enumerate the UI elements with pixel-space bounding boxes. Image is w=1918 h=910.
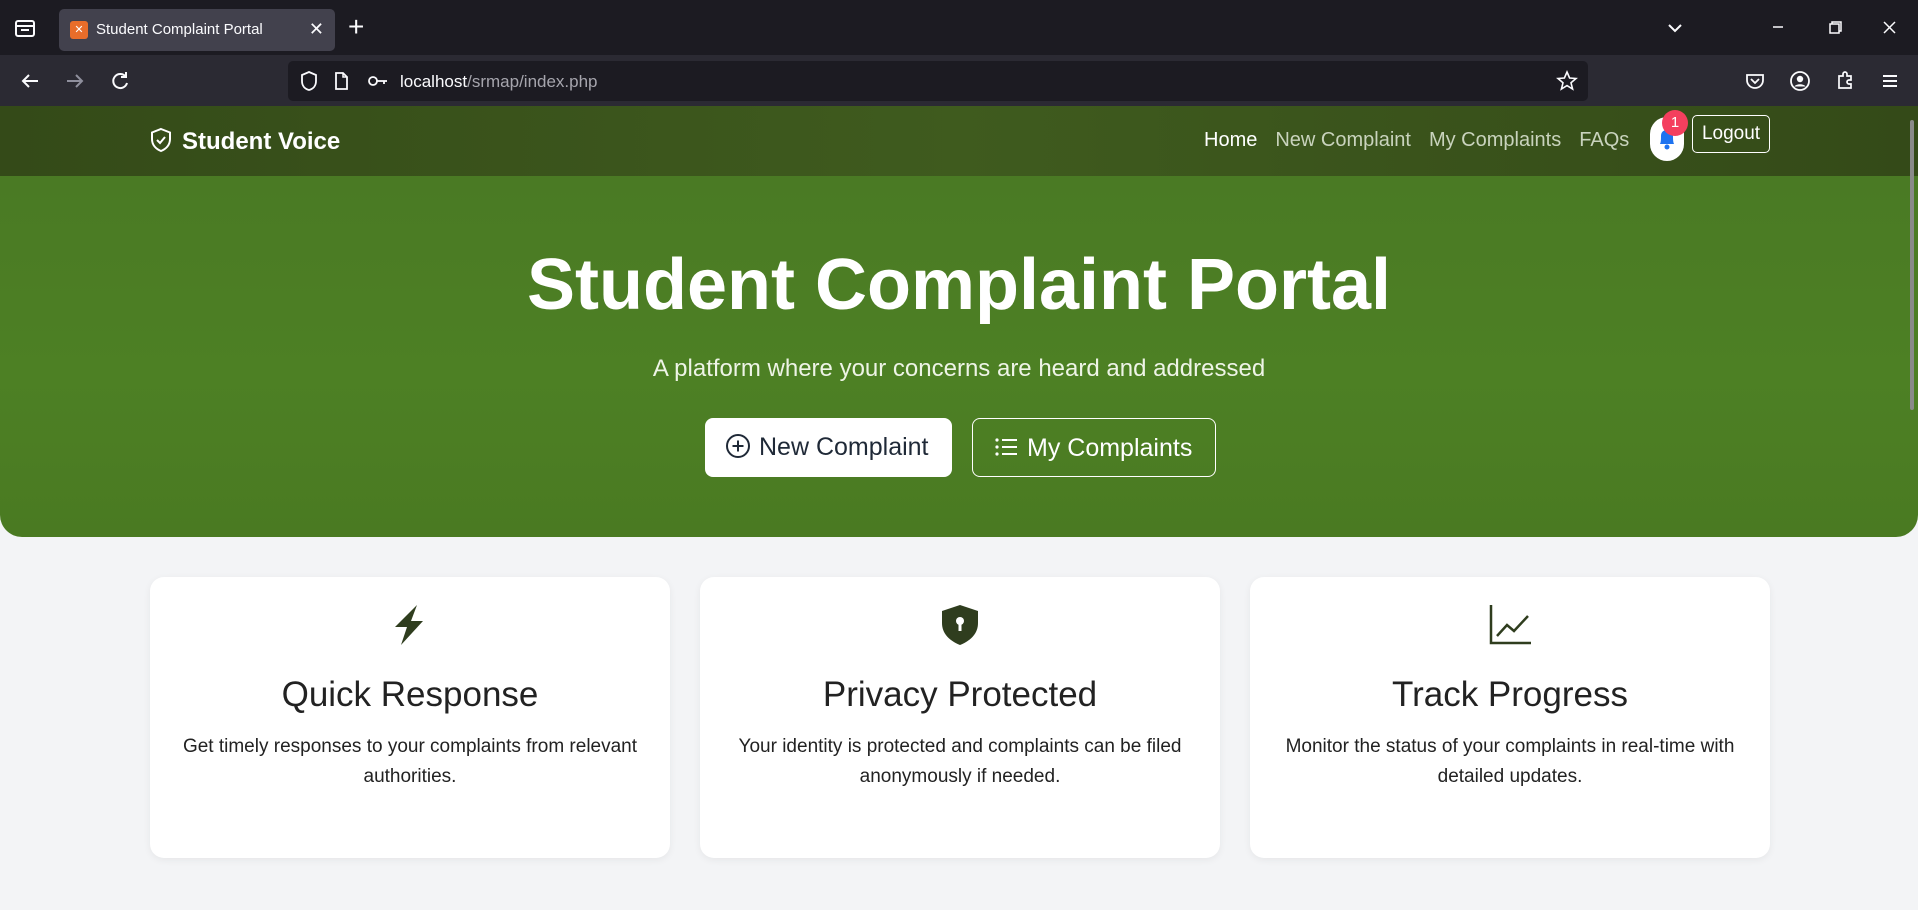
- feature-title: Privacy Protected: [822, 675, 1098, 714]
- new-complaint-button[interactable]: New Complaint: [705, 418, 952, 477]
- nav-links: Home New Complaint My Complaints FAQs: [1204, 129, 1647, 152]
- feature-text: Your identity is protected and complaint…: [738, 736, 1182, 787]
- bookmark-star-icon[interactable]: [1555, 69, 1579, 98]
- tab-close-icon[interactable]: ✕: [309, 18, 324, 40]
- notification-badge: 1: [1662, 110, 1688, 136]
- lightning-icon: [150, 603, 670, 647]
- feature-text: Monitor the status of your complaints in…: [1285, 736, 1735, 787]
- nav-faqs[interactable]: FAQs: [1579, 129, 1629, 151]
- list-icon: [995, 438, 1017, 456]
- hero-subtitle: A platform where your concerns are heard…: [652, 355, 1266, 382]
- feature-card-track-progress: Track Progress Monitor the status of you…: [1250, 577, 1770, 858]
- forward-icon[interactable]: [61, 67, 89, 95]
- site-navbar: Student Voice Home New Complaint My Compla…: [0, 106, 1918, 176]
- minimize-icon[interactable]: [1763, 14, 1793, 42]
- page-scrollbar[interactable]: [1910, 120, 1914, 410]
- shield-icon[interactable]: [298, 69, 320, 98]
- feature-title: Track Progress: [1392, 675, 1628, 714]
- reload-icon[interactable]: [106, 67, 134, 95]
- nav-my-complaints[interactable]: My Complaints: [1429, 129, 1561, 151]
- key-icon[interactable]: [366, 71, 390, 96]
- url-bar[interactable]: localhost/srmap/index.php: [288, 61, 1588, 101]
- tab-title: Student Complaint Portal: [96, 21, 263, 38]
- xampp-favicon-icon: ✕: [70, 21, 88, 39]
- url-host: localhost: [400, 72, 468, 91]
- shield-check-icon: [151, 127, 171, 153]
- hero-section: Student Complaint Portal A platform wher…: [0, 176, 1918, 537]
- brand-link[interactable]: Student Voice: [148, 127, 340, 156]
- feature-text: Get timely responses to your complaints …: [182, 736, 638, 787]
- logout-button[interactable]: Logout: [1692, 115, 1770, 153]
- account-icon[interactable]: [1786, 67, 1814, 95]
- nav-new-complaint[interactable]: New Complaint: [1275, 129, 1411, 151]
- plus-circle-icon: [726, 434, 750, 458]
- feature-card-privacy-protected: Privacy Protected Your identity is prote…: [700, 577, 1220, 858]
- close-window-icon[interactable]: [1875, 14, 1905, 42]
- page-info-icon[interactable]: [331, 70, 351, 97]
- extensions-icon[interactable]: [1831, 67, 1859, 95]
- tab-list-icon[interactable]: [12, 16, 38, 40]
- browser-nav-bar: localhost/srmap/index.php: [0, 55, 1918, 106]
- my-complaints-button[interactable]: My Complaints: [972, 418, 1216, 477]
- my-complaints-label: My Complaints: [1027, 434, 1193, 462]
- back-icon[interactable]: [16, 67, 44, 95]
- browser-tab[interactable]: ✕ Student Complaint Portal ✕: [59, 9, 335, 51]
- nav-home[interactable]: Home: [1204, 129, 1257, 151]
- url-text[interactable]: localhost/srmap/index.php: [400, 72, 598, 92]
- restore-icon[interactable]: [1820, 14, 1850, 42]
- new-complaint-label: New Complaint: [759, 433, 929, 461]
- page-content: Student Voice Home New Complaint My Compla…: [0, 106, 1918, 910]
- list-all-tabs-icon[interactable]: [1660, 14, 1690, 42]
- pocket-icon[interactable]: [1741, 67, 1769, 95]
- shield-lock-icon: [700, 603, 1220, 647]
- url-path: /srmap/index.php: [467, 72, 598, 91]
- new-tab-icon[interactable]: +: [348, 12, 364, 42]
- feature-title: Quick Response: [281, 675, 539, 714]
- graph-up-icon: [1250, 603, 1770, 647]
- brand-name: Student Voice: [182, 128, 341, 155]
- feature-card-quick-response: Quick Response Get timely responses to y…: [150, 577, 670, 858]
- browser-tab-bar: ✕ Student Complaint Portal ✕ +: [0, 0, 1918, 55]
- hero-title: Student Complaint Portal: [527, 245, 1391, 325]
- menu-icon[interactable]: [1876, 67, 1904, 95]
